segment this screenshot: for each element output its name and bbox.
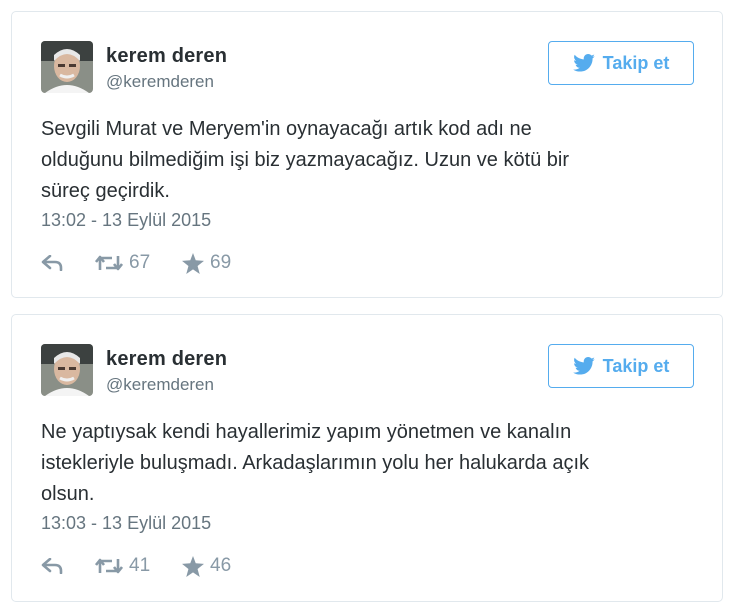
- follow-button[interactable]: Takip et: [548, 344, 694, 388]
- bird-icon: [572, 357, 595, 375]
- avatar-photo: [41, 41, 93, 93]
- tweet-text: Ne yaptıysak kendi hayallerimiz yapım yö…: [41, 421, 590, 505]
- author-name[interactable]: kerem deren: [106, 348, 227, 371]
- tweet-card: kerem deren @keremderen Takip et Ne yapt…: [11, 314, 723, 602]
- tweet-timestamp[interactable]: 13:02 - 13 Eylül 2015: [41, 210, 211, 231]
- like-button[interactable]: 69: [182, 250, 231, 276]
- author-handle[interactable]: @keremderen: [106, 375, 214, 395]
- retweet-count: 41: [129, 555, 151, 576]
- star-icon: [182, 252, 204, 274]
- like-count: 69: [210, 252, 232, 273]
- avatar-photo: [41, 344, 93, 396]
- like-button[interactable]: 46: [182, 553, 231, 579]
- retweet-icon: [95, 254, 123, 272]
- bird-icon: [572, 54, 595, 72]
- retweet-count: 67: [129, 252, 151, 273]
- reply-icon: [41, 558, 63, 574]
- follow-label: Takip et: [602, 52, 670, 73]
- author-name[interactable]: kerem deren: [106, 45, 227, 68]
- tweet-text: Sevgili Murat ve Meryem'in oynayacağı ar…: [41, 118, 570, 202]
- reply-button[interactable]: [41, 553, 63, 579]
- follow-label: Takip et: [602, 355, 670, 376]
- tweet-timestamp[interactable]: 13:03 - 13 Eylül 2015: [41, 513, 211, 534]
- author-handle[interactable]: @keremderen: [106, 72, 214, 92]
- tweet-actions: 67 69: [41, 250, 341, 276]
- like-count: 46: [210, 555, 232, 576]
- tweet-actions: 41 46: [41, 553, 341, 579]
- tweet-card: kerem deren @keremderen Takip et Sevgili…: [11, 11, 723, 298]
- avatar[interactable]: [41, 41, 93, 93]
- retweet-icon: [95, 557, 123, 575]
- star-icon: [182, 555, 204, 577]
- reply-icon: [41, 255, 63, 271]
- retweet-button[interactable]: 41: [95, 553, 150, 579]
- follow-button[interactable]: Takip et: [548, 41, 694, 85]
- avatar[interactable]: [41, 344, 93, 396]
- reply-button[interactable]: [41, 250, 63, 276]
- retweet-button[interactable]: 67: [95, 250, 150, 276]
